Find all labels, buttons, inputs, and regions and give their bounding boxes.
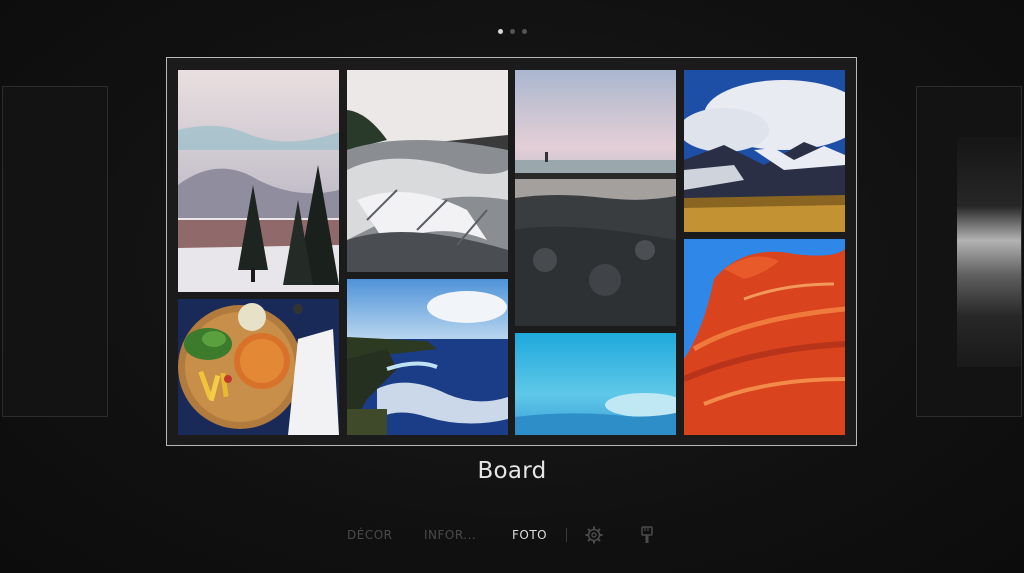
photo-tile-snowy-trees[interactable] (178, 70, 339, 292)
menu-item-info[interactable]: INFOR... (424, 528, 476, 542)
board-collage[interactable] (166, 57, 857, 446)
photo-tile-ocean-cliffs[interactable] (347, 279, 508, 435)
photo-tile-red-rock[interactable] (684, 239, 845, 435)
bottom-menu: DÉCOR INFOR... FOTO (0, 520, 1024, 550)
previous-card[interactable] (2, 86, 108, 417)
menu-item-decor[interactable]: DÉCOR (347, 528, 392, 542)
photo-tile-turquoise-sea[interactable] (515, 333, 676, 435)
menu-item-foto[interactable]: FOTO (512, 528, 547, 542)
photo-tile-food[interactable] (178, 299, 339, 435)
page-dot-1[interactable] (497, 29, 503, 34)
gear-icon[interactable] (585, 526, 603, 544)
photo-tile-glacier[interactable] (347, 70, 508, 272)
photo-tile-coast-pier[interactable] (515, 70, 676, 326)
photo-tile-mountains[interactable] (684, 70, 845, 232)
page-dot-2[interactable] (509, 29, 515, 34)
brush-icon[interactable] (638, 526, 656, 544)
menu-divider (566, 528, 567, 542)
page-dot-3[interactable] (521, 29, 527, 34)
next-card-preview (957, 137, 1021, 367)
page-indicator (0, 29, 1024, 34)
next-card[interactable] (916, 86, 1022, 417)
board-title: Board (477, 458, 547, 484)
